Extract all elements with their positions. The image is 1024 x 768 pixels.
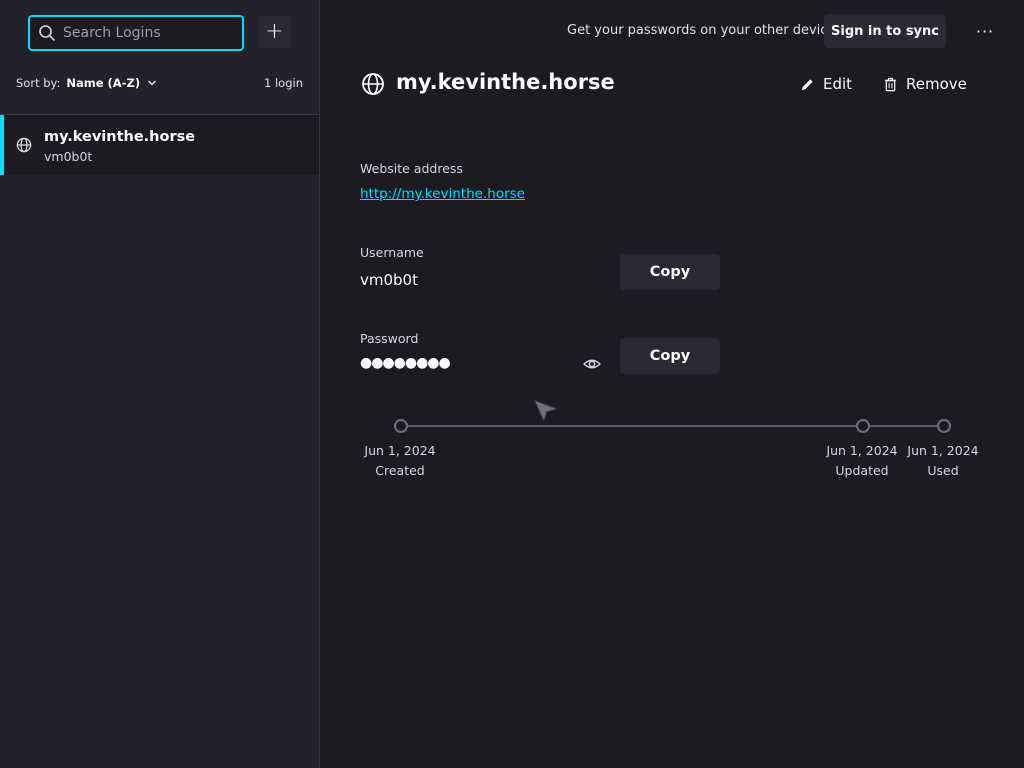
list-item-title: my.kevinthe.horse	[44, 129, 196, 145]
timeline-dot-updated	[856, 419, 870, 433]
remove-button[interactable]: Remove	[883, 74, 967, 94]
timeline-dot-used	[937, 419, 951, 433]
eye-icon[interactable]	[582, 355, 602, 373]
remove-label: Remove	[906, 75, 967, 93]
copy-password-button[interactable]: Copy	[620, 338, 720, 374]
more-menu-button[interactable]: ···	[972, 20, 998, 42]
trash-icon	[884, 77, 897, 91]
login-count: 1 login	[264, 76, 303, 90]
sort-dropdown[interactable]: Name (A-Z)	[66, 76, 140, 90]
mouse-cursor-icon	[532, 398, 560, 424]
list-item[interactable]: my.kevinthe.horse vm0b0t	[0, 115, 319, 175]
sync-message: Get your passwords on your other devices	[567, 23, 843, 38]
plus-icon: +	[265, 19, 284, 44]
search-icon	[39, 25, 55, 41]
add-login-button[interactable]: +	[258, 16, 291, 48]
logins-sidebar: + Sort by: Name (A-Z) 1 login my.kevinth…	[0, 0, 320, 768]
updated-label: Updated	[835, 463, 889, 478]
page-title: my.kevinthe.horse	[396, 70, 615, 94]
username-label: Username	[360, 245, 424, 260]
search-box[interactable]	[28, 15, 244, 51]
created-label: Created	[375, 463, 425, 478]
search-input[interactable]	[63, 25, 233, 41]
chevron-down-icon[interactable]	[147, 78, 157, 88]
pencil-icon	[801, 78, 813, 90]
more-icon: ···	[975, 21, 995, 41]
sort-row: Sort by: Name (A-Z) 1 login	[16, 75, 303, 91]
used-date: Jun 1, 2024	[907, 443, 979, 458]
created-date: Jun 1, 2024	[364, 443, 436, 458]
website-link[interactable]: http://my.kevinthe.horse	[360, 186, 525, 202]
copy-username-button[interactable]: Copy	[620, 254, 720, 290]
password-value: ●●●●●●●●	[360, 355, 451, 371]
globe-icon	[16, 137, 32, 153]
sign-in-to-sync-button[interactable]: Sign in to sync	[824, 14, 946, 48]
password-label: Password	[360, 331, 419, 346]
updated-date: Jun 1, 2024	[826, 443, 898, 458]
list-item-username: vm0b0t	[44, 149, 93, 164]
sort-prefix: Sort by:	[16, 76, 61, 90]
timeline-dot-created	[394, 419, 408, 433]
globe-icon	[362, 73, 384, 95]
edit-button[interactable]: Edit	[800, 74, 852, 94]
username-value: vm0b0t	[360, 271, 418, 289]
used-label: Used	[927, 463, 959, 478]
website-label: Website address	[360, 161, 463, 176]
password-manager-window: + Sort by: Name (A-Z) 1 login my.kevinth…	[0, 0, 1024, 768]
edit-label: Edit	[823, 75, 853, 93]
